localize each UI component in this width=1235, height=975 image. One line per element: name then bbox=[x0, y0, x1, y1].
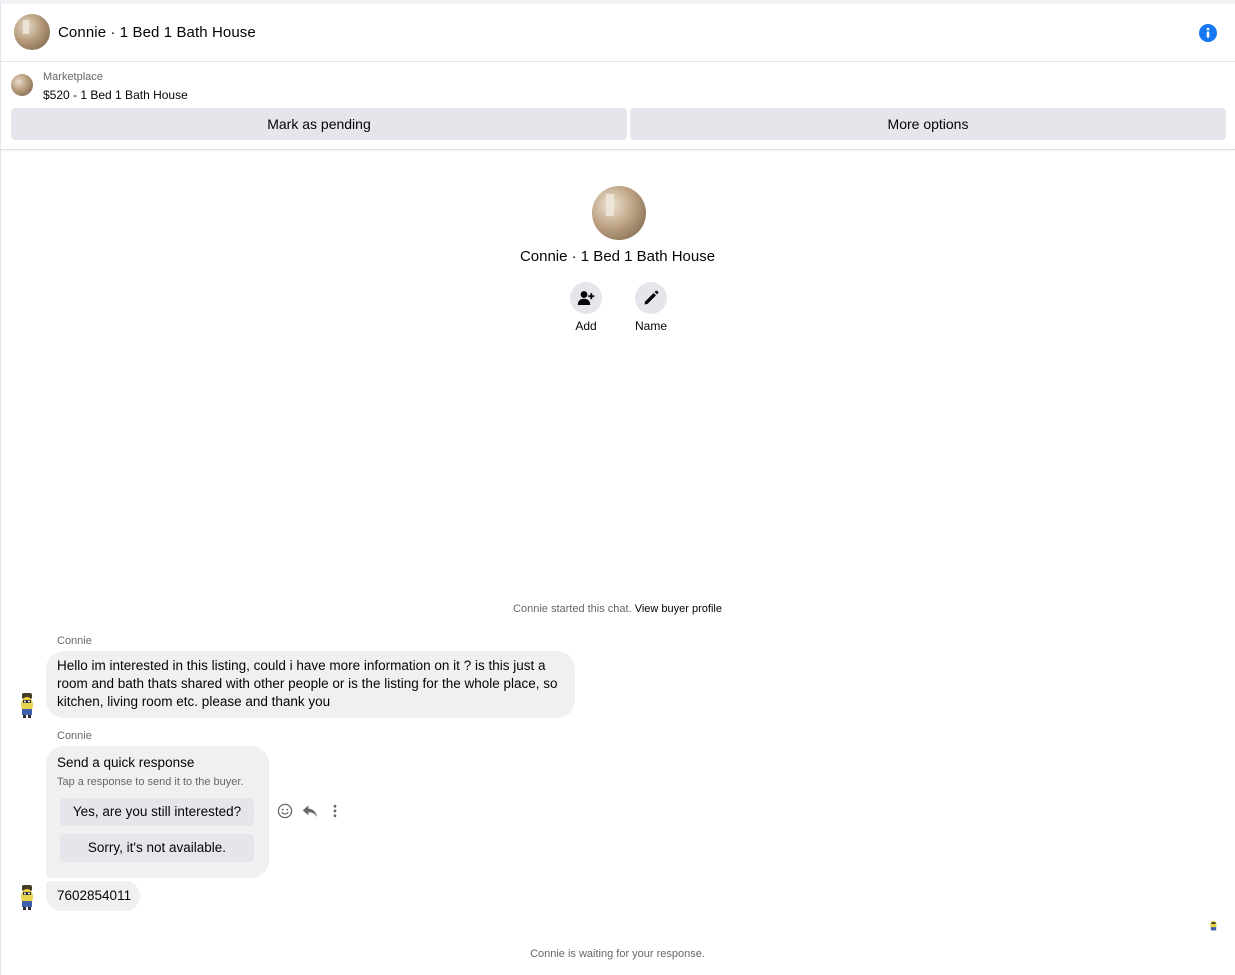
name-conversation-action[interactable]: Name bbox=[621, 282, 681, 333]
more-vertical-icon[interactable] bbox=[327, 803, 343, 819]
sender-avatar[interactable] bbox=[17, 692, 37, 718]
quick-response-subtitle: Tap a response to send it to the buyer. bbox=[57, 776, 244, 788]
chat-header: Connie · 1 Bed 1 Bath House bbox=[0, 4, 1235, 62]
mark-as-pending-button[interactable]: Mark as pending bbox=[11, 108, 627, 140]
quick-response-option[interactable]: Yes, are you still interested? bbox=[60, 798, 254, 826]
more-options-button[interactable]: More options bbox=[630, 108, 1226, 140]
add-label: Add bbox=[575, 319, 597, 333]
conversation-title[interactable]: Connie · 1 Bed 1 Bath House bbox=[58, 24, 256, 41]
marketplace-label: Marketplace bbox=[43, 71, 103, 83]
quick-response-title: Send a quick response bbox=[57, 755, 195, 770]
message-hover-tools bbox=[277, 803, 343, 819]
message-sender: Connie bbox=[57, 730, 92, 742]
waiting-notice: Connie is waiting for your response. bbox=[530, 948, 705, 960]
seen-indicator-avatar bbox=[1210, 920, 1217, 931]
marketplace-listing-bar: Marketplace $520 - 1 Bed 1 Bath House Ma… bbox=[0, 62, 1235, 150]
info-icon[interactable] bbox=[1199, 24, 1217, 42]
message-sender: Connie bbox=[57, 635, 92, 647]
emoji-icon[interactable] bbox=[277, 803, 293, 819]
conversation-avatar[interactable] bbox=[14, 14, 50, 50]
listing-title[interactable]: $520 - 1 Bed 1 Bath House bbox=[43, 88, 188, 102]
intro-avatar bbox=[592, 186, 646, 240]
intro-name: Connie · 1 Bed 1 Bath House bbox=[519, 248, 716, 265]
message-bubble[interactable]: Hello im interested in this listing, cou… bbox=[46, 651, 575, 718]
listing-thumbnail[interactable] bbox=[11, 74, 33, 96]
quick-response-option[interactable]: Sorry, it's not available. bbox=[60, 834, 254, 862]
add-people-action[interactable]: Add bbox=[556, 282, 616, 333]
pencil-icon[interactable] bbox=[635, 282, 667, 314]
reply-icon[interactable] bbox=[302, 803, 318, 819]
add-person-icon[interactable] bbox=[570, 282, 602, 314]
chat-started-text: Connie started this chat. bbox=[513, 603, 632, 615]
name-label: Name bbox=[634, 319, 667, 333]
message-bubble[interactable]: 7602854011 bbox=[46, 881, 140, 911]
sender-avatar[interactable] bbox=[17, 884, 37, 910]
view-buyer-profile-link[interactable]: View buyer profile bbox=[635, 603, 722, 615]
chat-started-notice: Connie started this chat. View buyer pro… bbox=[0, 603, 1235, 615]
quick-response-card: Send a quick response Tap a response to … bbox=[46, 746, 269, 878]
